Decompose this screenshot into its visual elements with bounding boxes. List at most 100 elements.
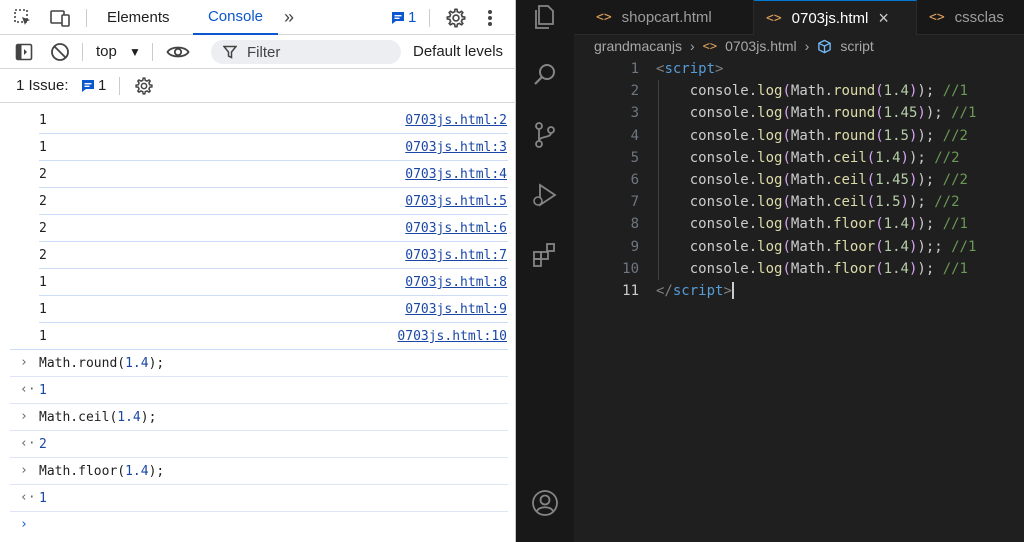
code-line: 9 console.log(Math.floor(1.4));; //1 xyxy=(574,236,1024,258)
html-file-icon: <> xyxy=(929,10,945,25)
code-line: 2 console.log(Math.round(1.4)); //1 xyxy=(574,80,1024,102)
log-message: 2 0703js.html:6 xyxy=(0,215,516,242)
log-message: 2 0703js.html:7 xyxy=(0,242,516,269)
console-result-row: ‹· 1 xyxy=(0,377,516,404)
close-tab-icon[interactable]: × xyxy=(878,8,889,29)
log-levels-dropdown[interactable]: Default levels xyxy=(413,43,503,60)
more-options-icon[interactable] xyxy=(482,8,498,28)
line-number: 9 xyxy=(630,238,639,255)
code-comment: //2 xyxy=(942,127,968,144)
code-comment: //1 xyxy=(951,105,977,122)
code-punctuation: );; xyxy=(917,238,943,255)
tab-cssclas[interactable]: <> cssclas xyxy=(917,0,1024,35)
number-literal: 1.4 xyxy=(883,83,909,100)
log-value: 1 xyxy=(39,113,47,128)
device-toolbar-icon[interactable] xyxy=(48,8,72,28)
code-comment: //2 xyxy=(934,194,960,211)
number-literal: 1.5 xyxy=(875,194,901,211)
log-source-link[interactable]: 0703js.html:6 xyxy=(405,221,507,236)
tabbar-divider xyxy=(429,9,430,27)
editor-tabs: <> shopcart.html <> 0703js.html × <> cssclas xyxy=(574,0,1024,35)
code-line: 5 console.log(Math.ceil(1.4)); //2 xyxy=(574,147,1024,169)
tab-shopcart-html[interactable]: <> shopcart.html xyxy=(584,0,754,35)
console-messages: 1 0703js.html:2 1 0703js.html:3 2 0703js.ht… xyxy=(0,107,516,539)
tab-console[interactable]: Console xyxy=(193,0,278,35)
breadcrumb-symbol[interactable]: script xyxy=(840,38,873,54)
toolbar-divider xyxy=(152,43,153,61)
log-message: 1 0703js.html:8 xyxy=(0,269,516,296)
log-message: 1 0703js.html:10 xyxy=(0,323,516,350)
inspect-element-icon[interactable] xyxy=(12,8,34,28)
activity-bar xyxy=(516,0,574,542)
number-literal: 1.5 xyxy=(883,127,909,144)
search-icon[interactable] xyxy=(530,60,560,90)
explorer-files-icon[interactable] xyxy=(530,2,560,32)
tab-elements[interactable]: Elements xyxy=(107,0,170,35)
code-line: 7 console.log(Math.ceil(1.5)); //2 xyxy=(574,191,1024,213)
code-line: 1 <script> xyxy=(574,58,1024,80)
extensions-icon[interactable] xyxy=(530,240,560,270)
log-source-link[interactable]: 0703js.html:5 xyxy=(405,194,507,209)
method-name: round xyxy=(833,83,876,100)
code-punctuation: ); xyxy=(917,83,935,100)
input-code-end: ); xyxy=(140,410,157,425)
html-file-icon: <> xyxy=(702,39,718,53)
breadcrumb-folder[interactable]: grandmacanjs xyxy=(594,38,682,54)
code-line: 10 console.log(Math.floor(1.4)); //1 xyxy=(574,258,1024,280)
line-number: 6 xyxy=(630,171,639,188)
settings-gear-icon[interactable] xyxy=(444,6,468,30)
messages-icon[interactable] xyxy=(390,10,406,26)
chevron-down-icon[interactable]: ▼ xyxy=(129,45,141,59)
result-arrow-icon: ‹· xyxy=(20,436,36,451)
log-source-link[interactable]: 0703js.html:10 xyxy=(397,329,507,344)
filter-input[interactable]: Filter xyxy=(211,40,401,64)
log-source-link[interactable]: 0703js.html:8 xyxy=(405,275,507,290)
log-value: 1 xyxy=(39,329,47,344)
devtools-tabbar: Elements Console » 1 xyxy=(0,0,516,35)
line-number: 7 xyxy=(630,194,639,211)
input-number: 1.4 xyxy=(125,464,149,479)
line-number: 11 xyxy=(622,282,639,299)
symbol-cube-icon xyxy=(818,39,832,53)
console-prompt[interactable]: › xyxy=(0,512,516,539)
number-literal: 1.4 xyxy=(883,260,909,277)
code-comment: //2 xyxy=(942,171,968,188)
issues-label[interactable]: 1 Issue: xyxy=(16,77,69,94)
more-tabs-icon[interactable]: » xyxy=(284,0,294,35)
number-literal: 1.45 xyxy=(875,171,909,188)
sidebar-toggle-icon[interactable] xyxy=(14,42,34,62)
code-punctuation: ); xyxy=(917,171,935,188)
devtools-panel: Elements Console » 1 top ▼ Filter Defaul… xyxy=(0,0,516,542)
code-area[interactable]: 1 <script> 2 console.log(Math.round(1.4))… xyxy=(574,58,1024,302)
html-file-icon: <> xyxy=(596,10,612,25)
result-value: 2 xyxy=(39,437,47,452)
log-source-link[interactable]: 0703js.html:4 xyxy=(405,167,507,182)
clear-console-icon[interactable] xyxy=(49,41,71,63)
code-punctuation: ); xyxy=(917,127,935,144)
messages-count: 1 xyxy=(408,9,417,26)
code-line-current: 11 </script> xyxy=(574,280,1024,302)
tab-0703js-html[interactable]: <> 0703js.html × xyxy=(754,0,917,35)
log-value: 2 xyxy=(39,194,47,209)
breadcrumb-file[interactable]: 0703js.html xyxy=(725,38,797,54)
source-control-icon[interactable] xyxy=(530,120,560,150)
context-selector[interactable]: top xyxy=(96,43,117,60)
result-value: 1 xyxy=(39,491,47,506)
live-expression-eye-icon[interactable] xyxy=(165,42,191,62)
console-result-row: ‹· 2 xyxy=(0,431,516,458)
log-source-link[interactable]: 0703js.html:7 xyxy=(405,248,507,263)
code-line: 4 console.log(Math.round(1.5)); //2 xyxy=(574,125,1024,147)
issues-message-icon[interactable] xyxy=(80,78,96,94)
account-icon[interactable] xyxy=(530,488,560,518)
console-settings-gear-icon[interactable] xyxy=(133,75,155,97)
log-message: 2 0703js.html:4 xyxy=(0,161,516,188)
input-code: Math.ceil( xyxy=(39,410,118,425)
issues-divider xyxy=(119,77,120,95)
code-line: 3 console.log(Math.round(1.45)); //1 xyxy=(574,102,1024,124)
log-source-link[interactable]: 0703js.html:9 xyxy=(405,302,507,317)
log-source-link[interactable]: 0703js.html:2 xyxy=(405,113,507,128)
run-debug-icon[interactable] xyxy=(530,180,560,210)
log-source-link[interactable]: 0703js.html:3 xyxy=(405,140,507,155)
tag-bracket: > xyxy=(715,61,724,77)
line-number: 10 xyxy=(622,260,639,277)
